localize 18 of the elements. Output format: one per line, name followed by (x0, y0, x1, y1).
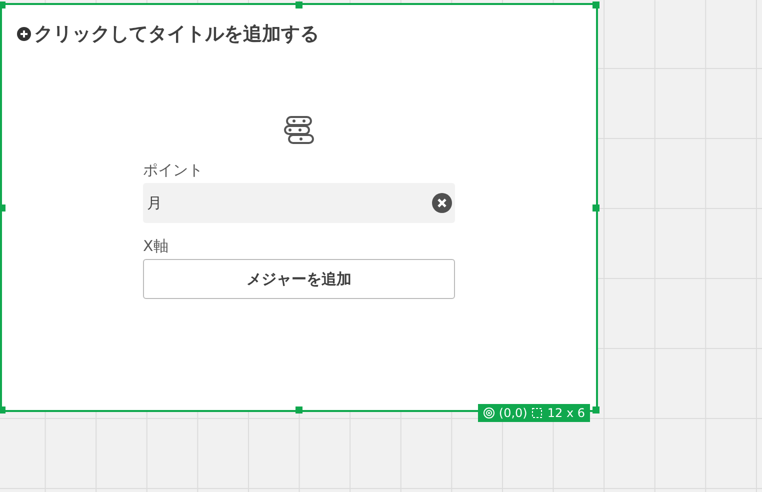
resize-handle[interactable] (592, 204, 600, 211)
resize-handle[interactable] (0, 406, 6, 414)
panel-title[interactable]: クリックしてタイトルを追加する (34, 21, 319, 47)
resize-handle[interactable] (592, 2, 600, 8)
scatter-chart-icon (283, 115, 315, 147)
size-icon (531, 407, 544, 419)
dimension-field[interactable]: 月 (143, 183, 455, 223)
field-label: ポイント (143, 161, 204, 181)
add-measure-button[interactable]: メジャーを追加 (143, 259, 455, 299)
clear-icon[interactable] (432, 193, 452, 213)
field-label: X軸 (143, 237, 170, 257)
resize-handle[interactable] (592, 406, 600, 414)
resize-handle[interactable] (0, 204, 6, 211)
plus-icon[interactable] (17, 27, 31, 41)
resize-handle[interactable] (296, 406, 302, 414)
target-icon (482, 407, 495, 419)
resize-handle[interactable] (0, 2, 6, 8)
resize-handle[interactable] (296, 2, 302, 8)
